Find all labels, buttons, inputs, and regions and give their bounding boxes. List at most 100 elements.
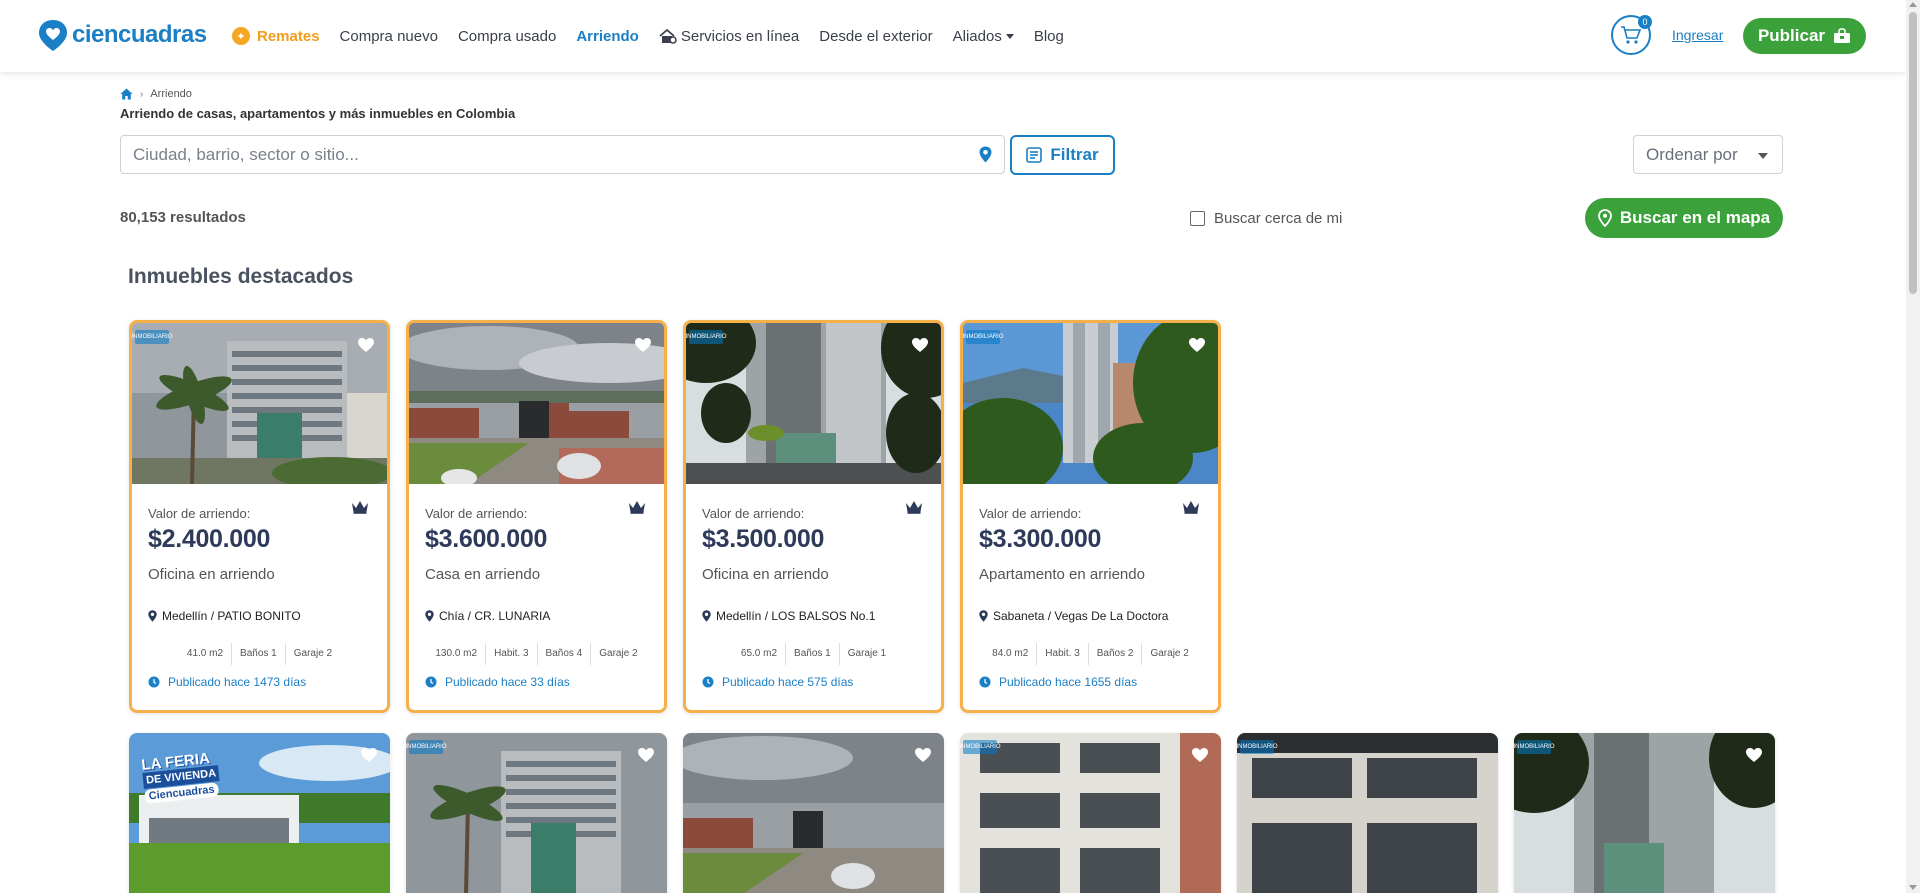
page-scrollbar[interactable]	[1906, 0, 1920, 893]
chevron-down-icon	[1005, 33, 1014, 39]
location-pin-icon	[979, 610, 988, 622]
price-label: Valor de arriendo:	[979, 506, 1082, 521]
brand-logo[interactable]: ciencuadras	[38, 18, 207, 52]
price-label: Valor de arriendo:	[702, 506, 805, 521]
favorite-heart-icon[interactable]	[1745, 747, 1763, 763]
feature-rooms: Habit. 3	[486, 643, 538, 665]
scroll-thumb[interactable]	[1909, 12, 1917, 294]
clock-icon	[702, 676, 714, 688]
publish-button[interactable]: Publicar	[1743, 18, 1866, 54]
listing-card[interactable]: LA FERIA DE VIVIENDA Ciencuadras	[129, 733, 390, 893]
nav-aliados[interactable]: Aliados	[953, 28, 1014, 45]
listing-card[interactable]	[683, 733, 944, 893]
feature-baths: Baños 2	[1089, 643, 1143, 665]
property-photo	[683, 733, 944, 893]
scroll-up-arrow[interactable]	[1909, 2, 1917, 7]
published-text: Publicado hace 33 días	[445, 675, 570, 689]
sort-label: Ordenar por	[1646, 144, 1738, 164]
card-body: Valor de arriendo: $3.500.000 Oficina en…	[686, 484, 941, 689]
price-value: $3.300.000	[979, 525, 1102, 553]
inmobiliario-badge: INMOBILIARIO	[1514, 740, 1555, 754]
favorite-heart-icon[interactable]	[1188, 337, 1206, 353]
property-photo: INMOBILIARIO	[963, 323, 1218, 484]
location-text: Medellín / PATIO BONITO	[162, 609, 301, 623]
location-text: Sabaneta / Vegas De La Doctora	[993, 609, 1169, 623]
favorite-heart-icon[interactable]	[634, 337, 652, 353]
login-link[interactable]: Ingresar	[1672, 27, 1723, 43]
cart-count-badge: 0	[1638, 15, 1652, 29]
nav-arriendo[interactable]: Arriendo	[576, 28, 639, 45]
results-count: 80,153 resultados	[120, 209, 246, 226]
map-search-button[interactable]: Buscar en el mapa	[1585, 198, 1783, 238]
map-button-label: Buscar en el mapa	[1619, 208, 1771, 227]
home-services-icon	[659, 28, 677, 44]
property-type: Oficina en arriendo	[702, 566, 829, 583]
featured-card[interactable]: Valor de arriendo: $3.600.000 Casa en ar…	[406, 320, 667, 713]
cart-button[interactable]: 0	[1611, 15, 1652, 55]
inmobiliario-badge: INMOBILIARIO	[686, 330, 727, 344]
near-me-label: Buscar cerca de mi	[1214, 210, 1343, 227]
favorite-heart-icon[interactable]	[911, 337, 929, 353]
crown-icon	[629, 501, 645, 514]
listing-card[interactable]: INMOBILIARIO	[960, 733, 1221, 893]
page-title: Arriendo de casas, apartamentos y más in…	[120, 106, 516, 121]
property-photo: INMOBILIARIO	[406, 733, 667, 893]
favorite-heart-icon[interactable]	[357, 337, 375, 353]
featured-card[interactable]: INMOBILIARIO Valor de arriendo: $3.500.0…	[683, 320, 944, 713]
feature-area: 65.0 m2	[733, 643, 787, 665]
listing-card[interactable]: INMOBILIARIO	[1237, 733, 1498, 893]
site-header: ciencuadras ✦ Remates Compra nuevo Compr…	[0, 0, 1906, 72]
remates-icon: ✦	[232, 27, 250, 45]
nav-label: Aliados	[952, 27, 1002, 45]
location-pin-icon[interactable]	[979, 146, 992, 163]
property-photo: INMOBILIARIO	[1514, 733, 1775, 893]
location-text: Medellín / LOS BALSOS No.1	[716, 609, 876, 623]
price-label: Valor de arriendo:	[425, 506, 528, 521]
property-features: 41.0 m2 Baños 1 Garaje 2	[148, 643, 371, 665]
price-value: $2.400.000	[148, 525, 271, 553]
chevron-down-icon	[1758, 153, 1768, 159]
published-date: Publicado hace 1473 días	[148, 675, 371, 689]
published-date: Publicado hace 575 días	[702, 675, 925, 689]
nav-remates[interactable]: ✦ Remates	[232, 27, 320, 45]
published-date: Publicado hace 33 días	[425, 675, 648, 689]
property-photo: INMOBILIARIO	[686, 323, 941, 484]
inmobiliario-badge: INMOBILIARIO	[132, 330, 173, 344]
favorite-heart-icon[interactable]	[637, 747, 655, 763]
featured-card[interactable]: INMOBILIARIO Valor de arriendo: $3.300.0…	[960, 320, 1221, 713]
nav-compra-nuevo[interactable]: Compra nuevo	[340, 28, 438, 45]
nav-compra-usado[interactable]: Compra usado	[458, 28, 556, 45]
property-photo: INMOBILIARIO	[132, 323, 387, 484]
scroll-down-arrow[interactable]	[1909, 885, 1917, 890]
favorite-heart-icon[interactable]	[914, 747, 932, 763]
favorite-heart-icon[interactable]	[1191, 747, 1209, 763]
featured-section-title: Inmuebles destacados	[128, 265, 354, 288]
feature-garage: Garaje 2	[1150, 648, 1189, 659]
sort-select[interactable]: Ordenar por	[1633, 135, 1783, 174]
feature-garage: Garaje 1	[847, 648, 887, 659]
location-pin-icon	[702, 610, 711, 622]
featured-card[interactable]: INMOBILIARIO Valor de arriendo: $2.400.0…	[129, 320, 390, 713]
nav-exterior[interactable]: Desde el exterior	[819, 28, 932, 45]
filter-button[interactable]: Filtrar	[1010, 135, 1115, 175]
nav-label: Blog	[1033, 27, 1064, 45]
property-type: Oficina en arriendo	[148, 566, 275, 583]
listing-card[interactable]: INMOBILIARIO	[1514, 733, 1775, 893]
checkbox-box[interactable]	[1190, 211, 1205, 226]
near-me-checkbox[interactable]: Buscar cerca de mi	[1190, 210, 1342, 227]
card-body: Valor de arriendo: $3.600.000 Casa en ar…	[409, 484, 664, 689]
card-body: Valor de arriendo: $2.400.000 Oficina en…	[132, 484, 387, 689]
price-value: $3.600.000	[425, 525, 548, 553]
property-type: Apartamento en arriendo	[979, 566, 1145, 583]
listing-card[interactable]: INMOBILIARIO	[406, 733, 667, 893]
nav-blog[interactable]: Blog	[1034, 28, 1064, 45]
favorite-heart-icon[interactable]	[360, 747, 378, 763]
home-icon[interactable]	[120, 88, 133, 100]
nav-servicios[interactable]: Servicios en línea	[659, 28, 799, 45]
property-type: Casa en arriendo	[425, 566, 541, 583]
feature-rooms: Habit. 3	[1037, 643, 1089, 665]
price-label: Valor de arriendo:	[148, 506, 251, 521]
main-nav: ✦ Remates Compra nuevo Compra usado Arri…	[232, 0, 1084, 72]
search-input[interactable]: Ciudad, barrio, sector o sitio...	[120, 135, 1005, 174]
nav-label: Compra usado	[457, 27, 557, 45]
